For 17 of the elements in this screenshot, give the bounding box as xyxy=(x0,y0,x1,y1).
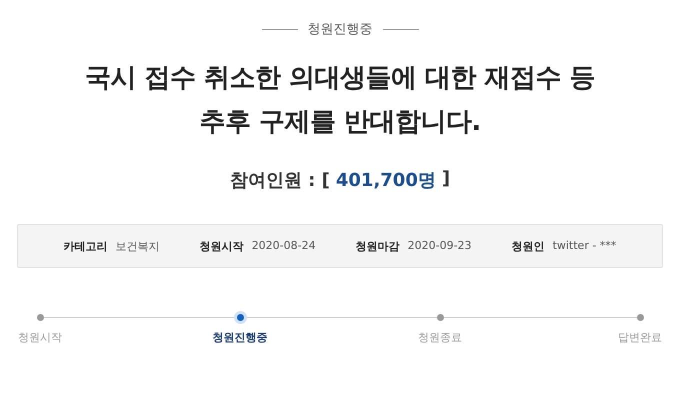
info-label: 카테고리 xyxy=(64,238,108,254)
info-value: twitter - *** xyxy=(552,238,616,254)
info-value: 2020-08-24 xyxy=(252,238,316,254)
status-label: 청원진행중 xyxy=(308,21,372,38)
info-label: 청원시작 xyxy=(200,238,244,254)
participants-label: 참여인원 : [ xyxy=(230,169,330,192)
info-value: 2020-09-23 xyxy=(408,238,472,254)
info-label: 청원마감 xyxy=(356,238,400,254)
participants-close: ] xyxy=(442,168,450,191)
step-label: 청원진행중 xyxy=(212,330,268,345)
petition-title: 국시 접수 취소한 의대생들에 대한 재접수 등 추후 구제를 반대합니다. xyxy=(84,62,596,139)
step-label: 답변완료 xyxy=(618,330,662,345)
info-label: 청원인 xyxy=(512,238,545,254)
info-value: 보건복지 xyxy=(116,238,160,254)
step-label: 청원시작 xyxy=(18,330,62,345)
participants-count: 401,700명 xyxy=(336,169,436,192)
step-label: 청원종료 xyxy=(418,330,462,345)
